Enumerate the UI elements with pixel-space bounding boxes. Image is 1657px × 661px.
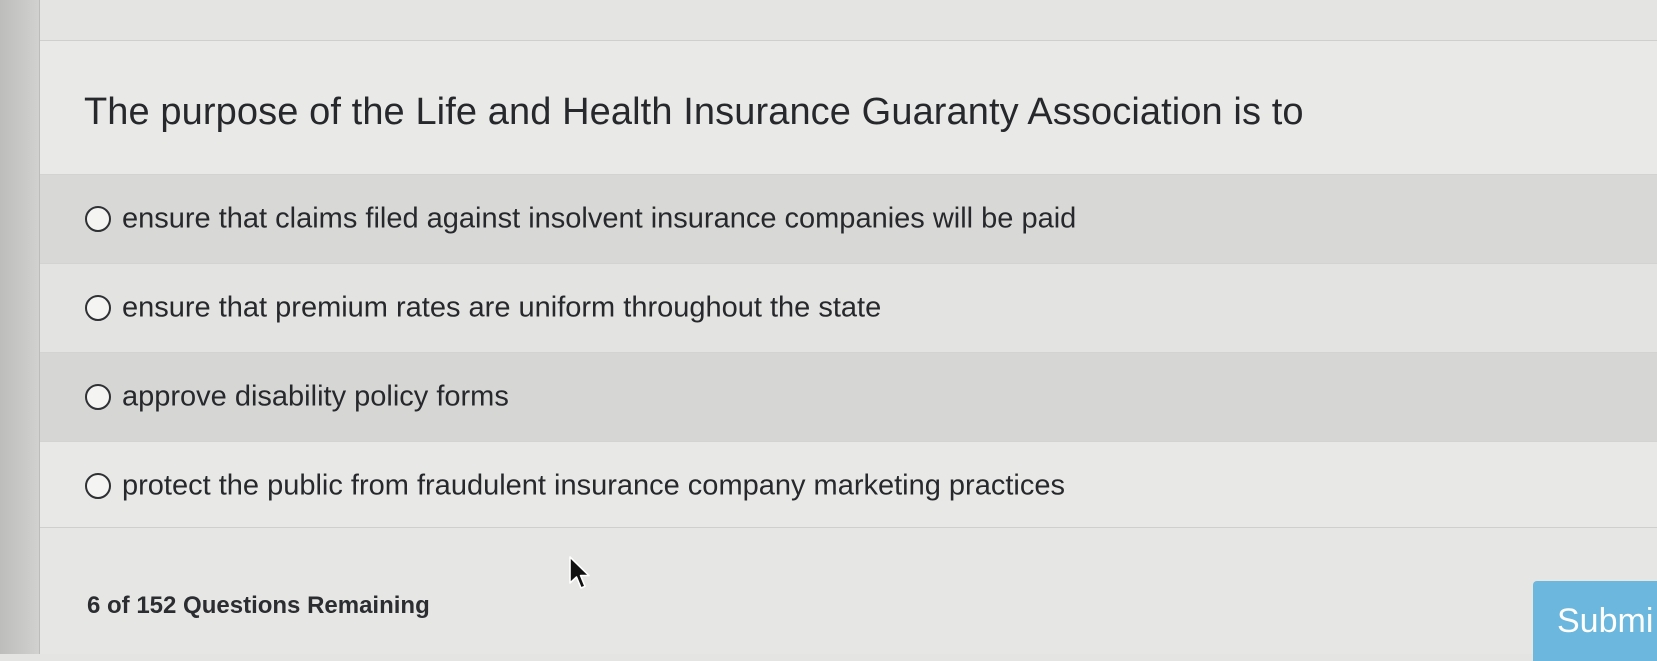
radio-unchecked-icon[interactable] — [85, 473, 111, 499]
question-area: The purpose of the Life and Health Insur… — [40, 41, 1657, 174]
quiz-footer: 6 of 152 Questions Remaining Submi — [40, 528, 1657, 661]
radio-unchecked-icon[interactable] — [85, 384, 111, 410]
answer-option-label: ensure that premium rates are uniform th… — [122, 291, 882, 324]
answer-option-4[interactable]: protect the public from fraudulent insur… — [40, 441, 1657, 530]
answer-option-label: approve disability policy forms — [122, 380, 509, 413]
radio-unchecked-icon[interactable] — [85, 295, 111, 321]
answer-option-1[interactable]: ensure that claims filed against insolve… — [40, 174, 1657, 263]
answer-option-label: ensure that claims filed against insolve… — [122, 202, 1077, 235]
answer-options: ensure that claims filed against insolve… — [40, 174, 1657, 530]
quiz-page: The purpose of the Life and Health Insur… — [40, 0, 1657, 661]
radio-unchecked-icon[interactable] — [85, 206, 111, 232]
questions-remaining-counter: 6 of 152 Questions Remaining — [87, 592, 430, 619]
answer-option-2[interactable]: ensure that premium rates are uniform th… — [40, 263, 1657, 352]
submit-button[interactable]: Submi — [1533, 581, 1657, 661]
mouse-pointer-icon — [569, 556, 590, 589]
answer-option-3[interactable]: approve disability policy forms — [40, 352, 1657, 441]
answer-option-label: protect the public from fraudulent insur… — [122, 469, 1065, 502]
left-edge-strip — [0, 0, 40, 654]
question-text: The purpose of the Life and Health Insur… — [84, 91, 1304, 133]
